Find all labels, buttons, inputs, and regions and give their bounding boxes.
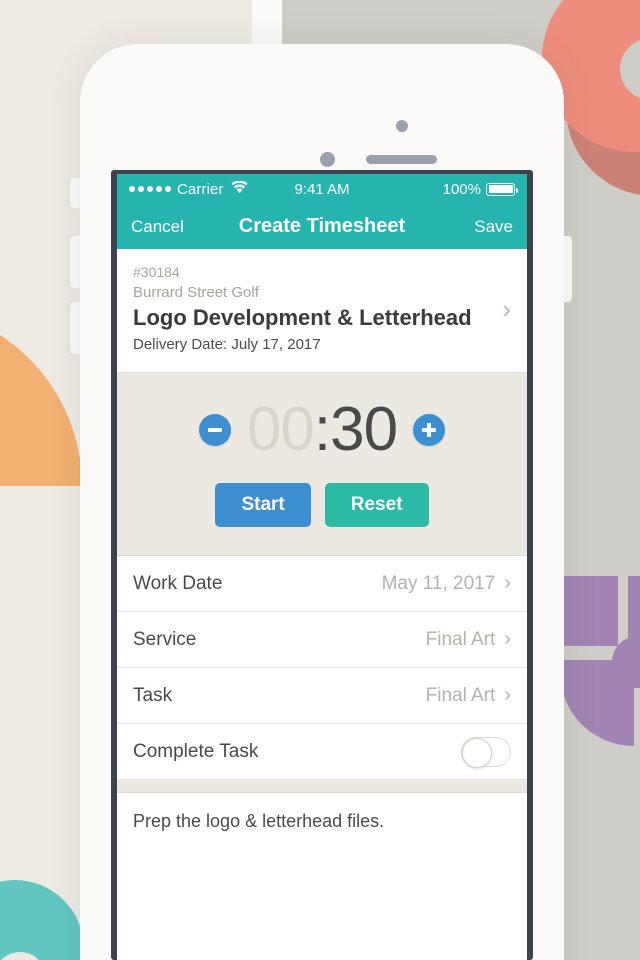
job-title: Logo Development & Letterhead xyxy=(133,304,472,330)
row-value: Final Art xyxy=(425,684,496,706)
job-number: #30184 xyxy=(133,264,180,280)
row-task[interactable]: Task Final Art › xyxy=(117,668,527,725)
row-value: May 11, 2017 xyxy=(381,572,496,594)
job-delivery-date: Delivery Date: July 17, 2017 xyxy=(133,336,321,354)
purple-square-shape xyxy=(560,576,618,646)
coral-c-tail-shape xyxy=(620,100,640,148)
timer-minutes: 30 xyxy=(330,395,398,465)
row-label: Work Date xyxy=(133,572,223,594)
reset-button[interactable]: Reset xyxy=(324,483,429,528)
start-button[interactable]: Start xyxy=(215,483,311,528)
earpiece-speaker-icon xyxy=(366,155,437,164)
timer-separator: : xyxy=(313,395,331,465)
status-bar: Carrier 9:41 AM 100% xyxy=(117,174,527,204)
timer-actions: Start Reset xyxy=(215,483,429,528)
save-button[interactable]: Save xyxy=(474,217,513,237)
wifi-icon xyxy=(230,179,248,198)
row-work-date[interactable]: Work Date May 11, 2017 › xyxy=(117,556,527,613)
timer-stepper-row: 00 : 30 xyxy=(198,395,446,465)
timer-decrement-button[interactable] xyxy=(198,414,231,447)
row-service[interactable]: Service Final Art › xyxy=(117,612,527,669)
complete-task-toggle[interactable] xyxy=(461,736,511,768)
chevron-right-icon: › xyxy=(504,572,511,595)
form-rows: Work Date May 11, 2017 › Service Final A… xyxy=(117,555,527,781)
signal-dots-icon xyxy=(129,186,171,192)
row-value: Final Art xyxy=(425,628,496,650)
app-screen: Carrier 9:41 AM 100% Cancel Create Times… xyxy=(117,174,527,960)
job-header-row[interactable]: #30184 Burrard Street Golf Logo Developm… xyxy=(117,249,527,374)
row-label: Complete Task xyxy=(133,740,259,762)
toggle-knob xyxy=(462,737,492,768)
job-header-text: #30184 Burrard Street Golf Logo Developm… xyxy=(133,263,494,356)
notes-field[interactable]: Prep the logo & letterhead files. xyxy=(117,792,527,960)
timer-increment-button[interactable] xyxy=(413,414,446,447)
cancel-button[interactable]: Cancel xyxy=(131,217,184,237)
row-label: Task xyxy=(133,684,173,706)
proximity-sensor-icon xyxy=(320,152,335,167)
plus-icon-vertical xyxy=(427,423,432,438)
timer-hours: 00 xyxy=(246,395,315,465)
minus-icon xyxy=(207,428,222,433)
navigation-bar: Cancel Create Timesheet Save xyxy=(117,204,527,249)
chevron-right-icon: › xyxy=(504,628,511,651)
battery-percent-label: 100% xyxy=(442,180,481,198)
chevron-right-icon: › xyxy=(502,294,511,325)
row-complete-task[interactable]: Complete Task xyxy=(117,724,527,781)
carrier-label: Carrier xyxy=(177,180,224,198)
job-client-name: Burrard Street Golf xyxy=(133,283,259,301)
battery-full-icon xyxy=(486,182,518,196)
section-gap xyxy=(117,780,527,793)
chevron-right-icon: › xyxy=(504,684,511,707)
timer-display[interactable]: 00 : 30 xyxy=(246,395,398,465)
front-camera-icon xyxy=(396,120,408,132)
timer-panel: 00 : 30 Start Reset xyxy=(117,373,527,556)
row-label: Service xyxy=(133,628,197,650)
battery-indicator: 100% xyxy=(442,180,518,198)
